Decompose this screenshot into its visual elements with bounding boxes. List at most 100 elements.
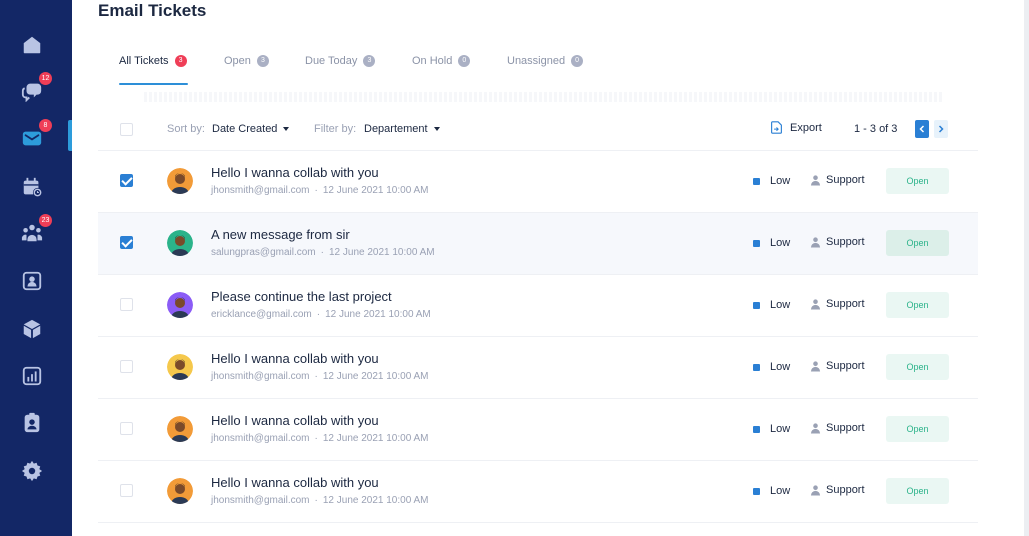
ticket-email: salungpras@gmail.com	[211, 247, 316, 258]
sidebar: 12 8 23	[0, 0, 72, 536]
team-label: Support	[826, 236, 865, 248]
ticket-email: jhonsmith@gmail.com	[211, 371, 310, 382]
contact-card-icon	[22, 271, 42, 291]
ticket-team: Support	[810, 422, 865, 434]
prev-page-button[interactable]	[915, 120, 929, 138]
status-badge[interactable]: Open	[886, 354, 949, 380]
team-label: Support	[826, 174, 865, 186]
status-badge[interactable]: Open	[886, 168, 949, 194]
tab-label: Unassigned	[507, 55, 566, 67]
tab-label: All Tickets	[119, 55, 169, 67]
sidebar-item-reports[interactable]	[20, 364, 44, 388]
tab-unassigned[interactable]: Unassigned 0	[507, 53, 584, 69]
priority-label: Low	[770, 485, 791, 497]
ticket-subject: Hello I wanna collab with you	[211, 413, 379, 428]
priority-square-icon	[753, 487, 760, 495]
team-label: Support	[826, 360, 865, 372]
sidebar-item-team[interactable]: 23	[20, 214, 52, 245]
row-checkbox[interactable]	[120, 298, 133, 311]
ticket-row[interactable]: Please continue the last project ericklan…	[98, 275, 978, 337]
ticket-team: Support	[810, 174, 865, 186]
ticket-meta: jhonsmith@gmail.com · 12 June 2021 10:00 A…	[211, 185, 429, 196]
avatar	[167, 478, 193, 504]
filter-value: Departement	[364, 123, 428, 135]
ticket-row[interactable]: A new message from sir salungpras@gmail.c…	[98, 213, 978, 275]
user-icon	[810, 485, 821, 496]
ticket-toolbar: Sort by: Date Created Filter by: Departe…	[98, 115, 978, 143]
ticket-team: Support	[810, 236, 865, 248]
ticket-team: Support	[810, 298, 865, 310]
id-badge-icon	[24, 412, 40, 433]
ticket-subject: Hello I wanna collab with you	[211, 351, 379, 366]
chevron-left-icon	[919, 125, 925, 133]
avatar	[167, 354, 193, 380]
export-button[interactable]: Export	[770, 121, 822, 134]
priority-square-icon	[753, 363, 760, 371]
separator-dot: ·	[314, 495, 318, 506]
status-badge[interactable]: Open	[886, 478, 949, 504]
priority-square-icon	[753, 177, 760, 185]
sidebar-item-home[interactable]	[20, 33, 44, 57]
select-all-checkbox[interactable]	[120, 123, 133, 136]
sort-dropdown[interactable]: Date Created	[212, 123, 290, 135]
scrollbar-track[interactable]	[1024, 0, 1029, 536]
tab-open[interactable]: Open 3	[224, 53, 269, 69]
separator-dot: ·	[316, 309, 321, 320]
team-label: Support	[826, 422, 865, 434]
ticket-email: jhonsmith@gmail.com	[211, 185, 310, 196]
ticket-date: 12 June 2021 10:00 AM	[325, 309, 431, 320]
avatar	[167, 416, 193, 442]
ticket-priority: Low	[753, 175, 790, 187]
sidebar-item-email[interactable]: 8	[20, 119, 52, 150]
page-title: Email Tickets	[98, 1, 207, 20]
filter-dropdown[interactable]: Departement	[364, 123, 440, 135]
sort-value: Date Created	[212, 123, 278, 135]
user-icon	[810, 423, 821, 434]
sidebar-item-contacts[interactable]	[20, 269, 44, 293]
tab-due-today[interactable]: Due Today 3	[305, 53, 376, 69]
sidebar-item-calendar[interactable]	[20, 175, 44, 199]
separator-dot: ·	[314, 371, 318, 382]
row-checkbox[interactable]	[120, 360, 133, 373]
team-icon	[21, 224, 43, 242]
sidebar-item-products[interactable]	[20, 317, 44, 341]
status-badge[interactable]: Open	[886, 416, 949, 442]
row-checkbox[interactable]	[120, 174, 133, 187]
sidebar-item-chat[interactable]: 12	[20, 72, 52, 103]
status-badge[interactable]: Open	[886, 230, 949, 256]
ticket-team: Support	[810, 360, 865, 372]
priority-label: Low	[770, 299, 791, 311]
next-page-button[interactable]	[934, 120, 948, 138]
sidebar-item-settings[interactable]	[20, 459, 44, 483]
row-checkbox[interactable]	[120, 484, 133, 497]
status-badge[interactable]: Open	[886, 292, 949, 318]
team-badge: 23	[39, 214, 52, 227]
ticket-row[interactable]: Hello I wanna collab with you jhonsmith@g…	[98, 461, 978, 523]
sort-label: Sort by:	[167, 123, 205, 135]
separator-dot: ·	[320, 247, 324, 258]
tab-count: 3	[363, 55, 376, 67]
priority-label: Low	[770, 175, 791, 187]
filter-label: Filter by:	[314, 123, 357, 135]
row-checkbox[interactable]	[120, 422, 133, 435]
ticket-row[interactable]: Hello I wanna collab with you jhonsmith@g…	[98, 399, 978, 461]
ticket-priority: Low	[753, 361, 790, 373]
tab-all-tickets[interactable]: All Tickets 3	[119, 53, 187, 69]
separator-dot: ·	[314, 185, 318, 196]
ticket-email: jhonsmith@gmail.com	[211, 495, 310, 506]
tab-label: Due Today	[305, 55, 358, 67]
tab-on-hold[interactable]: On Hold 0	[412, 53, 471, 69]
row-checkbox[interactable]	[120, 236, 133, 249]
ticket-team: Support	[810, 484, 865, 496]
gear-icon	[21, 460, 43, 482]
sidebar-item-agents[interactable]	[20, 411, 44, 435]
chart-icon	[22, 366, 42, 386]
ticket-date: 12 June 2021 10:00 AM	[322, 185, 429, 196]
ticket-priority: Low	[753, 423, 790, 435]
ticket-date: 12 June 2021 10:00 AM	[328, 247, 435, 258]
ticket-row[interactable]: Hello I wanna collab with you jhonsmith@g…	[98, 151, 978, 213]
priority-square-icon	[753, 425, 760, 433]
active-tab-underline	[119, 83, 188, 85]
ticket-row[interactable]: Hello I wanna collab with you jhonsmith@g…	[98, 337, 978, 399]
user-icon	[810, 237, 821, 248]
